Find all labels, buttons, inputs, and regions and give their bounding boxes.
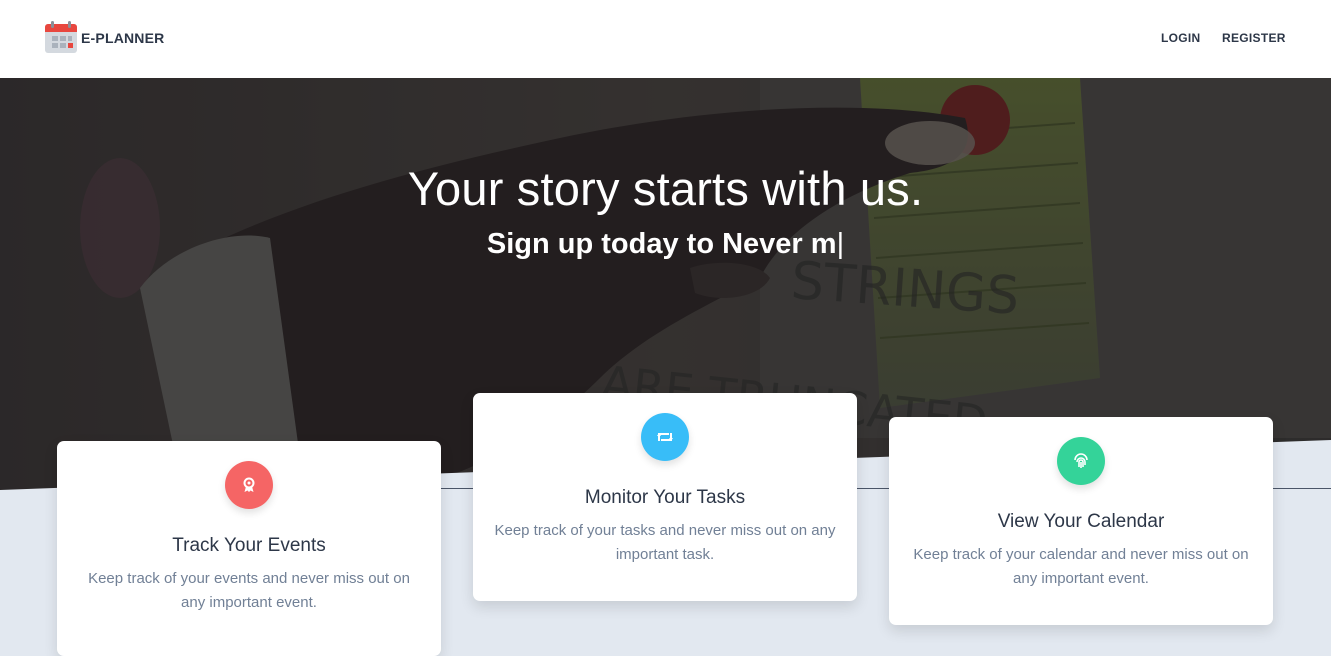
card-icon-circle (641, 413, 689, 461)
card-title: View Your Calendar (997, 511, 1165, 532)
award-icon (243, 477, 255, 492)
register-link[interactable]: REGISTER (1222, 31, 1286, 45)
card-text: Keep track of your calendar and never mi… (913, 546, 1249, 587)
login-link[interactable]: LOGIN (1161, 31, 1201, 45)
fingerprint-icon (1074, 453, 1088, 468)
brand-link[interactable]: E-PLANNER (45, 20, 164, 54)
retweet-icon (657, 433, 673, 441)
hero-title: Your story starts with us. (407, 162, 924, 215)
hero-subtitle: Sign up today to Never m| (0, 228, 1331, 261)
navbar: E-PLANNER LOGIN REGISTER (0, 0, 1331, 78)
card-text: Keep track of your tasks and never miss … (494, 522, 836, 563)
feature-card-calendar: View Your Calendar Keep track of your ca… (889, 417, 1273, 625)
card-icon-circle (225, 461, 273, 509)
card-text: Keep track of your events and never miss… (88, 570, 410, 611)
hero-subtitle-text: Sign up today to Never m (486, 228, 837, 260)
card-title: Monitor Your Tasks (584, 487, 746, 508)
card-icon-circle (1057, 437, 1105, 485)
feature-card-tasks: Monitor Your Tasks Keep track of your ta… (473, 393, 857, 601)
feature-card-events: Track Your Events Keep track of your eve… (57, 441, 441, 656)
typing-cursor: | (836, 228, 845, 260)
card-title: Track Your Events (172, 535, 326, 556)
calendar-icon (45, 21, 77, 53)
brand-name: E-PLANNER (81, 29, 165, 46)
